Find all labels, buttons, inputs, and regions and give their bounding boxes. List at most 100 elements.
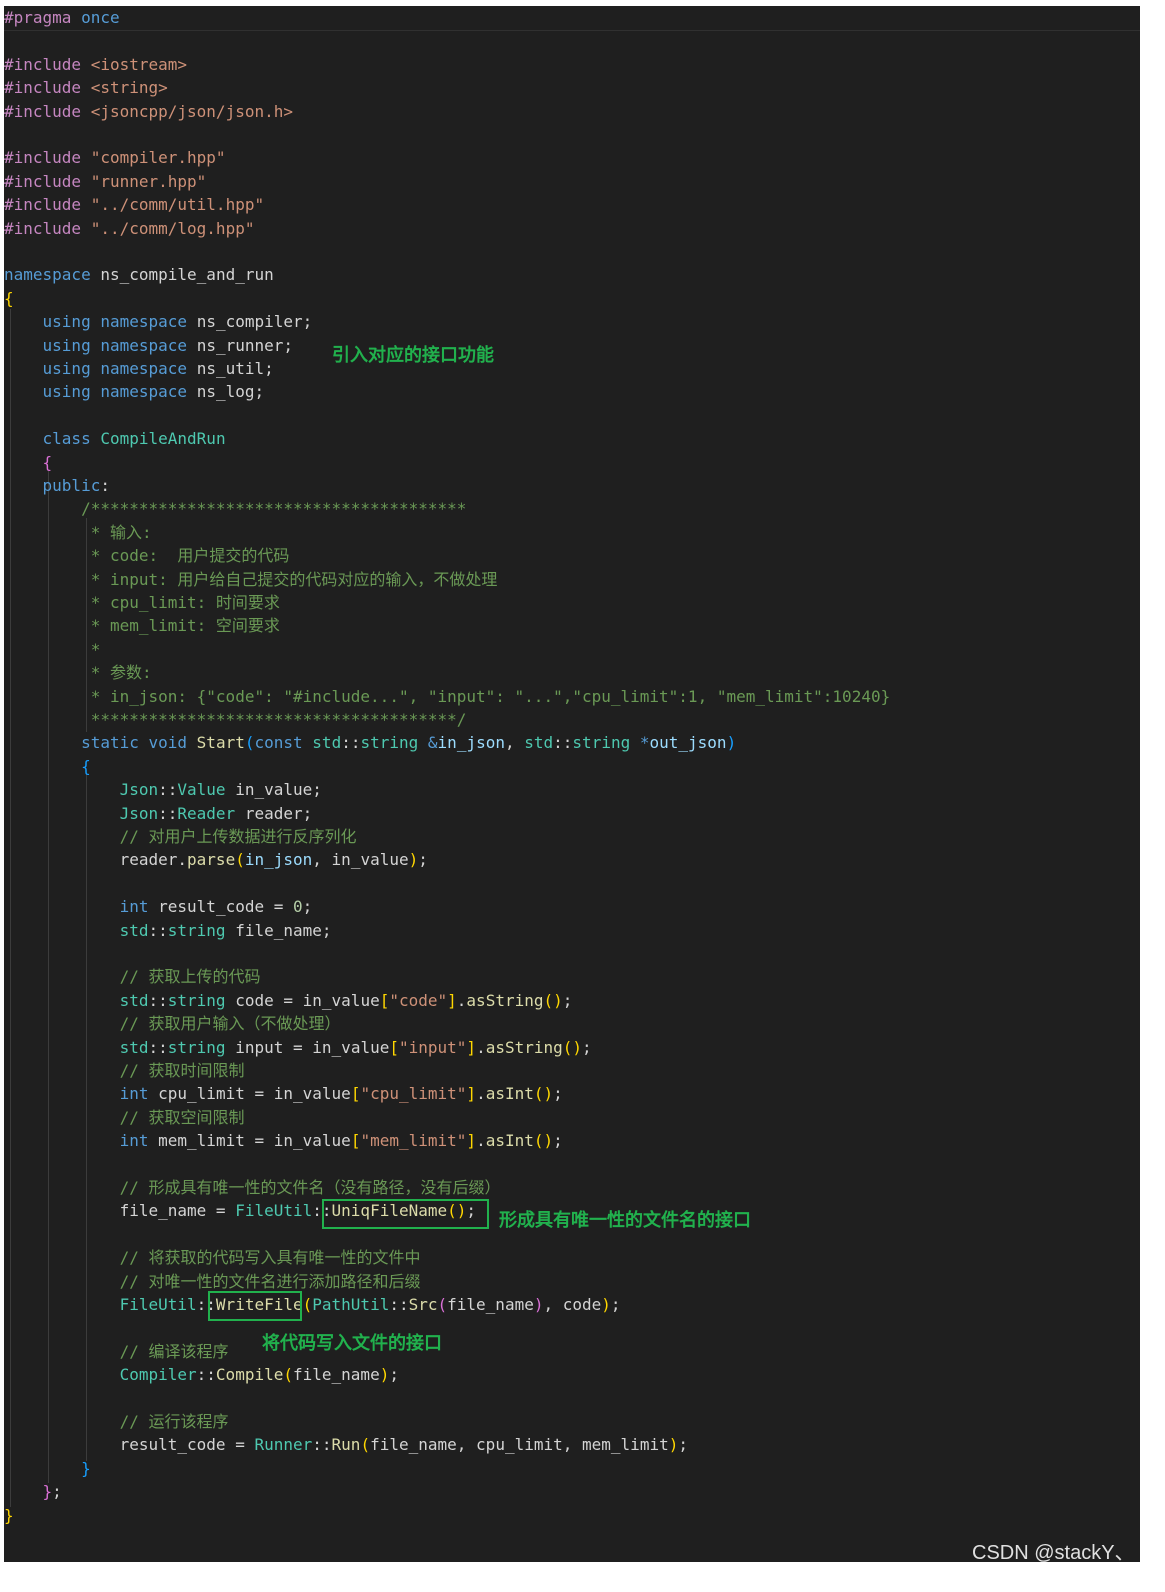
code-token: Start [196,733,245,753]
code-token: { [81,756,91,776]
code-token: int [119,897,149,917]
code-editor[interactable]: #pragma once #include <iostream> #include … [4,6,1140,1562]
code-token: ) [408,850,419,870]
code-token: * 输入: [81,522,152,542]
code-token: // 获取上传的代码 [119,967,261,987]
code-token: { [4,288,14,308]
code-line: * 输入: [4,521,152,544]
code-line: Json::Value in_value; [4,778,322,801]
code-token: in_value [235,780,313,800]
code-token: ] [447,990,457,1010]
code-token: "runner.hpp" [90,171,207,191]
code-token: * input: 用户给自己提交的代码对应的输入，不做处理 [81,569,498,589]
code-token: ; [582,1037,592,1057]
code-token: [ [379,990,390,1010]
code-token: public [42,476,101,495]
code-token: * mem_limit: 空间要求 [81,616,280,636]
code-token: } [81,1458,91,1478]
code-token: ; [302,897,313,917]
code-token: :: [158,803,178,823]
code-token: #include [4,101,82,121]
code-token: ( [437,1295,448,1314]
code-token: :: [341,733,361,753]
code-token: ) [379,1365,390,1385]
uniqfilename-highlight-box [322,1199,489,1229]
code-token: ( [360,1435,371,1455]
code-token: string [167,990,226,1010]
code-token: = [225,1435,255,1455]
code-token: asString [466,990,544,1010]
code-line: class CompileAndRun [4,427,226,450]
code-line: }; [4,1480,62,1503]
code-token: : [100,476,110,495]
code-token: ns_runner [196,335,284,355]
annotation-interface-import: 引入对应的接口功能 [332,345,494,366]
code-token: int [119,1084,149,1104]
code-token: FileUtil [235,1201,313,1221]
code-token: namespace [100,359,188,378]
code-token: file_name [235,920,322,940]
code-token: string [360,733,419,753]
code-line: * mem_limit: 空间要求 [4,614,280,637]
code-line: } [4,1457,91,1480]
code-token: Json [119,780,159,800]
code-token: ) [601,1295,611,1314]
code-token: , [456,1435,477,1455]
code-token: . [476,1131,486,1151]
code-line: Json::Reader reader; [4,802,313,825]
code-token: "code" [389,990,448,1010]
code-token: file_name [119,1201,207,1221]
code-token: asInt [485,1084,534,1104]
code-line: // 对唯一性的文件名进行添加路径和后缀 [4,1270,421,1293]
code-token: <iostream> [90,54,188,74]
code-token: code [562,1295,602,1314]
code-token: :: [148,920,168,940]
code-token: #include [4,218,82,238]
code-token: () [562,1037,583,1057]
code-token: ; [264,359,274,378]
code-token: "mem_limit" [360,1131,467,1151]
code-token: "../comm/log.hpp" [90,218,255,238]
code-line: * cpu_limit: 时间要求 [4,591,280,614]
code-token: once [81,8,120,27]
code-token: // 获取空间限制 [119,1107,245,1127]
code-token: Runner [254,1435,313,1455]
code-token: () [533,1131,554,1151]
code-token: const [254,733,303,753]
code-token: ; [562,990,573,1010]
code-line: * [4,638,101,661]
code-token: () [543,990,563,1010]
code-token: using [42,335,91,355]
code-token: } [42,1482,53,1502]
code-token: :: [148,1037,168,1057]
code-token: } [4,1505,14,1525]
code-token: , [312,850,332,870]
code-token: ] [466,1084,477,1104]
code-line: // 获取上传的代码 [4,965,261,988]
code-token: void [148,733,188,753]
